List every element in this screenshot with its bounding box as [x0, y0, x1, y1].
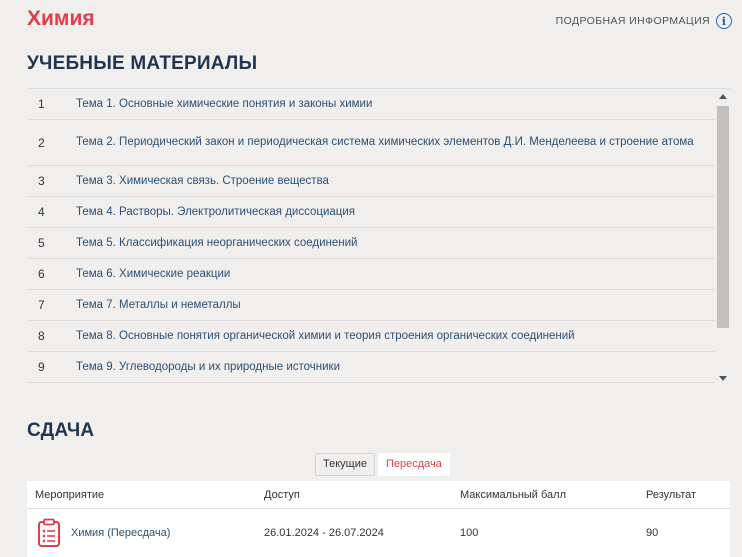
material-number: 4 — [38, 205, 45, 219]
material-link[interactable]: Тема 8. Основные понятия органической хи… — [76, 329, 583, 344]
column-header-event: Мероприятие — [35, 488, 105, 501]
material-number: 6 — [38, 267, 45, 281]
material-number: 9 — [38, 360, 45, 374]
material-number: 8 — [38, 329, 45, 343]
details-link[interactable]: ПОДРОБНАЯ ИНФОРМАЦИЯ i — [556, 13, 732, 29]
table-header: Мероприятие Доступ Максимальный балл Рез… — [27, 481, 730, 509]
submission-table: Мероприятие Доступ Максимальный балл Рез… — [27, 481, 730, 557]
result-cell: 90 — [646, 527, 659, 539]
material-row-5: 5 Тема 5. Классификация неорганических с… — [27, 228, 715, 259]
clipboard-icon — [38, 518, 60, 547]
material-row-4: 4 Тема 4. Растворы. Электролитическая ди… — [27, 197, 715, 228]
submission-heading: СДАЧА — [27, 420, 95, 441]
material-link[interactable]: Тема 3. Химическая связь. Строение вещес… — [76, 174, 337, 189]
max-score-cell: 100 — [460, 527, 479, 539]
details-link-label: ПОДРОБНАЯ ИНФОРМАЦИЯ — [555, 15, 710, 27]
tab-retake[interactable]: Пересдача — [377, 453, 450, 476]
scroll-down-arrow-icon[interactable] — [719, 376, 727, 381]
material-number: 7 — [38, 298, 45, 312]
material-number: 1 — [38, 97, 45, 111]
material-link[interactable]: Тема 9. Углеводороды и их природные исто… — [76, 360, 348, 375]
material-number: 3 — [38, 174, 45, 188]
submission-tabs: Текущие Пересдача — [315, 453, 450, 476]
scroll-thumb[interactable] — [717, 106, 729, 328]
column-header-access: Доступ — [264, 488, 300, 501]
material-link[interactable]: Тема 5. Классификация неорганических сое… — [76, 236, 365, 251]
column-header-result: Результат — [646, 488, 697, 501]
materials-list: 1 Тема 1. Основные химические понятия и … — [27, 89, 715, 383]
material-row-7: 7 Тема 7. Металлы и неметаллы — [27, 290, 715, 321]
material-link[interactable]: Тема 7. Металлы и неметаллы — [76, 298, 249, 313]
material-link[interactable]: Тема 6. Химические реакции — [76, 267, 238, 282]
materials-heading: УЧЕБНЫЕ МАТЕРИАЛЫ — [27, 53, 258, 74]
material-row-6: 6 Тема 6. Химические реакции — [27, 259, 715, 290]
column-header-max-score: Максимальный балл — [460, 488, 566, 501]
material-row-2: 2 Тема 2. Периодический закон и периодич… — [27, 120, 715, 166]
material-number: 5 — [38, 236, 45, 250]
material-row-9: 9 Тема 9. Углеводороды и их природные ис… — [27, 352, 715, 383]
materials-list-container: 1 Тема 1. Основные химические понятия и … — [27, 88, 730, 384]
table-row: Химия (Пересдача) 26.01.2024 - 26.07.202… — [27, 509, 730, 557]
material-link[interactable]: Тема 2. Периодический закон и периодичес… — [76, 135, 702, 150]
materials-scrollbar[interactable] — [716, 89, 730, 384]
scroll-up-arrow-icon[interactable] — [719, 94, 727, 99]
material-row-8: 8 Тема 8. Основные понятия органической … — [27, 321, 715, 352]
info-icon[interactable]: i — [716, 13, 732, 29]
event-link[interactable]: Химия (Пересдача) — [71, 527, 170, 539]
material-number: 2 — [38, 135, 45, 150]
material-row-3: 3 Тема 3. Химическая связь. Строение вещ… — [27, 166, 715, 197]
material-link[interactable]: Тема 4. Растворы. Электролитическая дисс… — [76, 205, 363, 220]
access-cell: 26.01.2024 - 26.07.2024 — [264, 527, 384, 539]
material-link[interactable]: Тема 1. Основные химические понятия и за… — [76, 97, 380, 112]
event-cell: Химия (Пересдача) — [27, 518, 264, 548]
tab-current[interactable]: Текущие — [315, 453, 375, 476]
page-title: Химия — [27, 7, 95, 30]
material-row-1: 1 Тема 1. Основные химические понятия и … — [27, 89, 715, 120]
